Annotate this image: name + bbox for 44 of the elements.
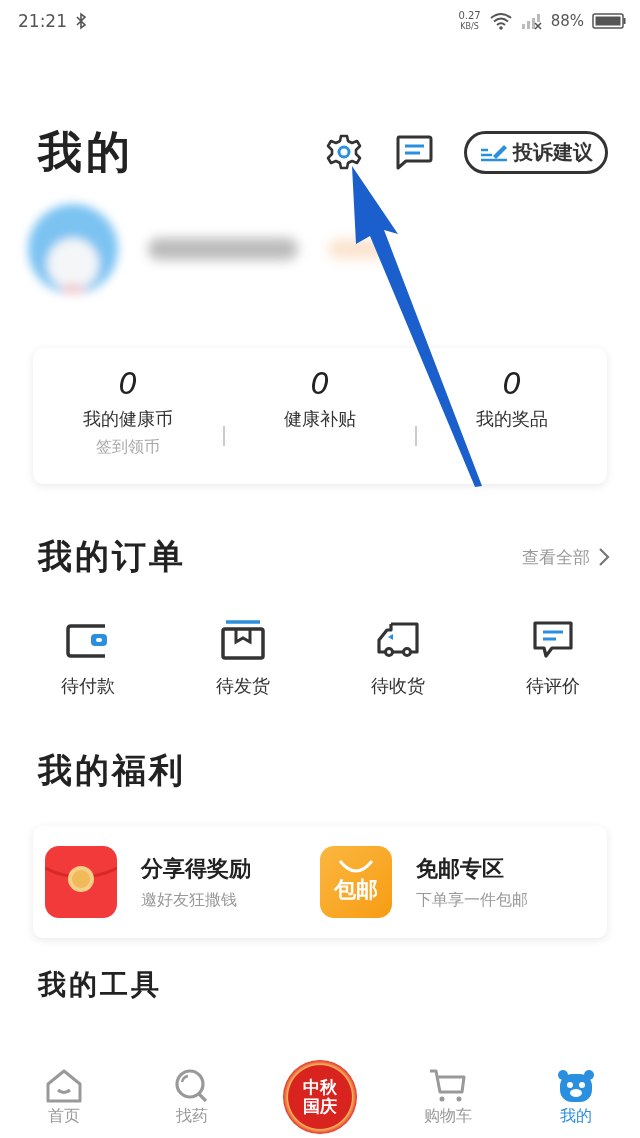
order-status-item[interactable]: 待付款: [32, 620, 143, 698]
status-time: 21:21: [18, 11, 67, 31]
welfare-title: 分享得奖励: [141, 854, 251, 883]
free-shipping-icon: 包邮: [320, 846, 392, 918]
wifi-icon: [488, 12, 513, 30]
truck-icon: [374, 620, 421, 660]
welfare-subtitle: 下单享一件包邮: [416, 889, 528, 911]
envelope-icon: [45, 846, 117, 918]
network-speed: 0.27: [458, 10, 481, 21]
settings-icon[interactable]: [324, 132, 364, 172]
message-icon[interactable]: [394, 133, 434, 171]
stat-value: 0: [118, 366, 138, 401]
section-title: 我的工具: [38, 967, 162, 1003]
welfare-subtitle: 邀好友狂撒钱: [141, 889, 238, 911]
welfare-title: 免邮专区: [416, 854, 505, 883]
stat-hint: 签到领币: [96, 437, 160, 458]
welfare-item[interactable]: 分享得奖励 邀好友狂撒钱: [45, 846, 320, 918]
stat-value: 0: [502, 366, 522, 401]
page-title: 我的: [38, 124, 134, 179]
section-title: 我的订单: [38, 535, 186, 578]
tab-bar-item[interactable]: 我的: [531, 1067, 621, 1127]
promo-badge: 中秋国庆: [283, 1060, 357, 1134]
cart-icon: [428, 1067, 468, 1104]
order-status-item[interactable]: 待发货: [187, 620, 298, 698]
stat-value: 0: [310, 366, 330, 401]
stat-label[interactable]: 健康补贴: [284, 407, 356, 431]
feedback-button[interactable]: 投诉建议: [464, 130, 608, 174]
stat-label[interactable]: 我的健康币: [83, 407, 173, 431]
welfare-item[interactable]: 包邮 免邮专区 下单享一件包邮: [320, 846, 595, 918]
bluetooth-icon: [75, 12, 87, 30]
home-icon: [44, 1067, 84, 1104]
battery-percent: 88%: [550, 12, 584, 30]
battery-icon: [592, 12, 626, 30]
order-status-item[interactable]: 待收货: [342, 620, 453, 698]
speed-unit: KB/S: [460, 21, 479, 32]
chevron-right-icon: [598, 547, 610, 567]
stat-label[interactable]: 我的奖品: [476, 407, 548, 431]
package-icon: [219, 620, 266, 660]
section-title: 我的福利: [38, 749, 186, 792]
edit-icon: [479, 142, 509, 162]
tab-bar-item[interactable]: 中秋国庆: [275, 1060, 365, 1134]
signal-icon: [520, 12, 543, 30]
order-status-item[interactable]: 待评价: [497, 620, 608, 698]
bear-face-icon: [556, 1067, 596, 1104]
